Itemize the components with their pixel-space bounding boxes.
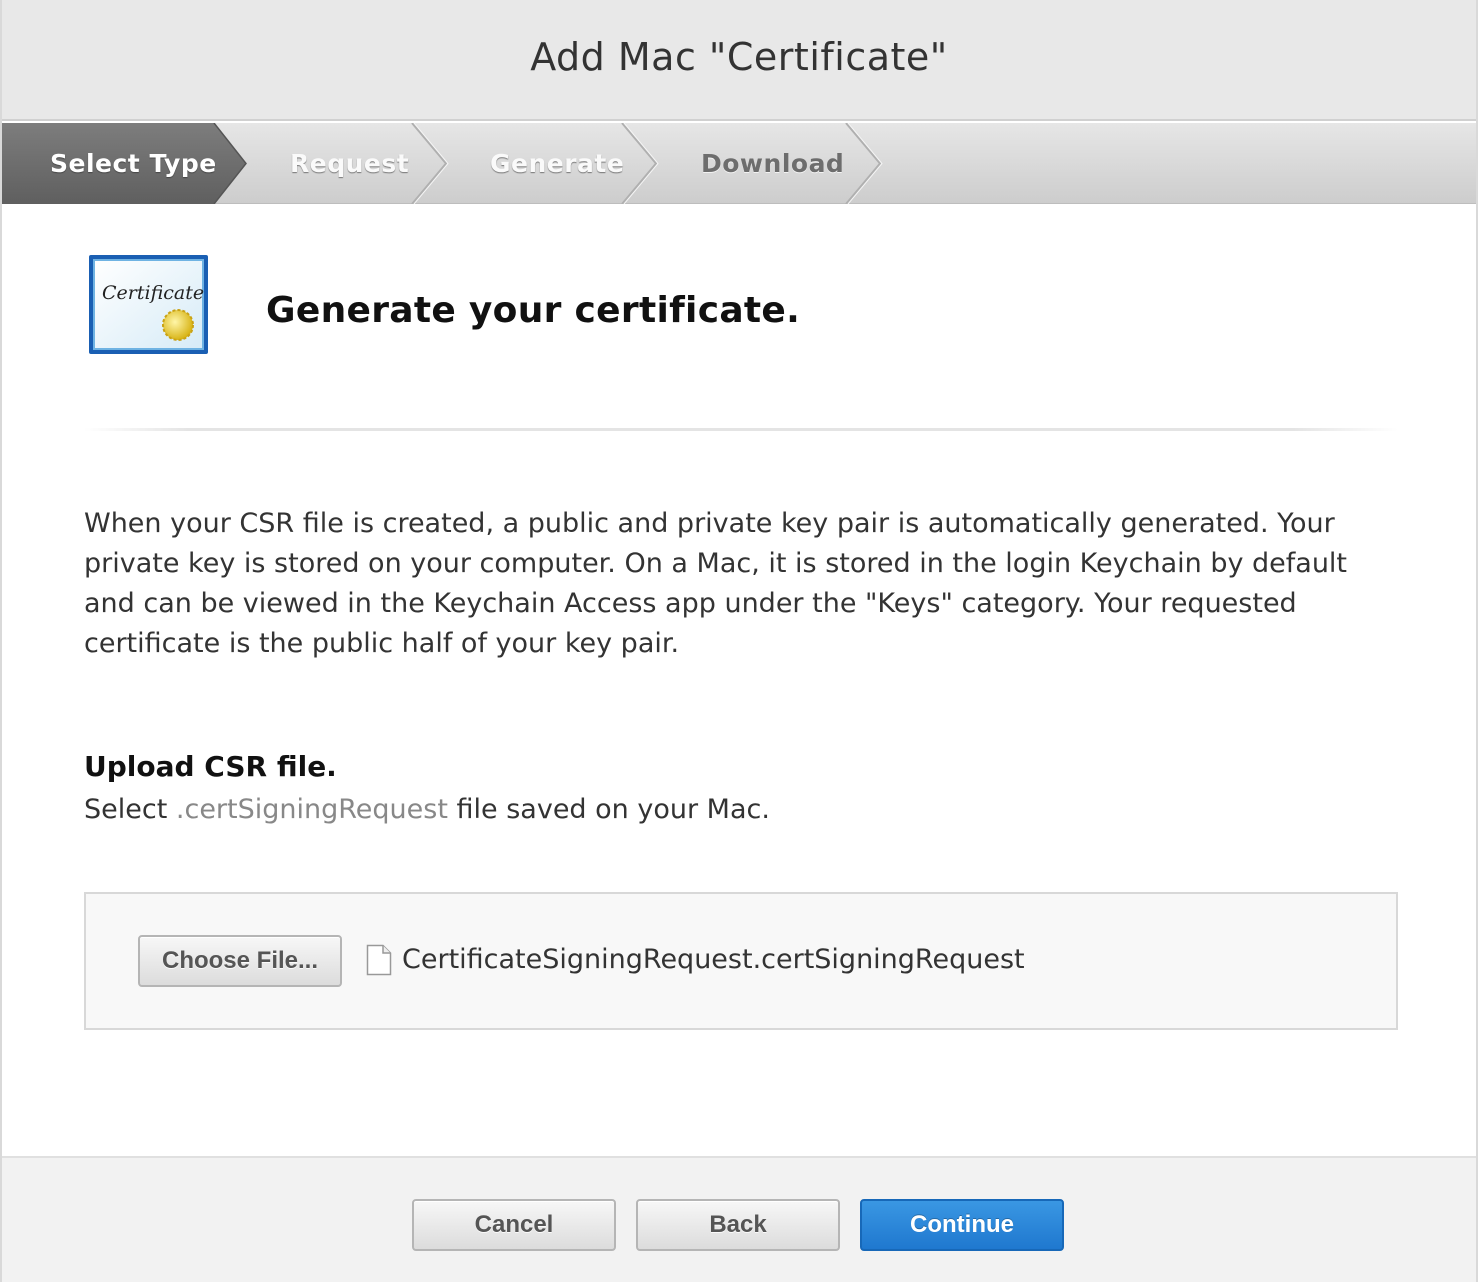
upload-subtitle: Select .certSigningRequest file saved on…: [84, 794, 770, 825]
selected-file-name: CertificateSigningRequest.certSigningReq…: [402, 944, 1025, 975]
section-divider: [84, 428, 1398, 431]
choose-file-button[interactable]: Choose File...: [138, 935, 342, 987]
certificate-icon: Certificate: [88, 254, 209, 355]
document-icon: [366, 944, 392, 976]
step-download: Download: [701, 149, 845, 178]
step-select-type: Select Type: [50, 149, 217, 178]
window-title: Add Mac "Certificate": [530, 34, 948, 79]
step-generate: Generate: [490, 149, 625, 178]
page-heading: Generate your certificate.: [266, 290, 801, 331]
upload-subtitle-prefix: Select: [84, 794, 176, 825]
step-progress-bar: Select Type Request Generate Download: [2, 123, 1476, 204]
csr-description: When your CSR file is created, a public …: [84, 508, 1348, 659]
add-certificate-window: Add Mac "Certificate" Select Type Reques…: [0, 0, 1478, 1282]
continue-button[interactable]: Continue: [860, 1199, 1064, 1251]
step-request: Request: [290, 149, 410, 178]
svg-text:Certificate: Certificate: [102, 282, 204, 304]
back-button[interactable]: Back: [636, 1199, 840, 1251]
title-bar: Add Mac "Certificate": [2, 0, 1476, 121]
upload-subtitle-suffix: file saved on your Mac.: [447, 794, 770, 825]
upload-title: Upload CSR file.: [84, 750, 337, 783]
file-upload-box: Choose File... CertificateSigningRequest…: [84, 892, 1398, 1030]
upload-subtitle-extension: .certSigningRequest: [175, 794, 448, 825]
footer-bar: Cancel Back Continue: [2, 1156, 1476, 1282]
cancel-button[interactable]: Cancel: [412, 1199, 616, 1251]
